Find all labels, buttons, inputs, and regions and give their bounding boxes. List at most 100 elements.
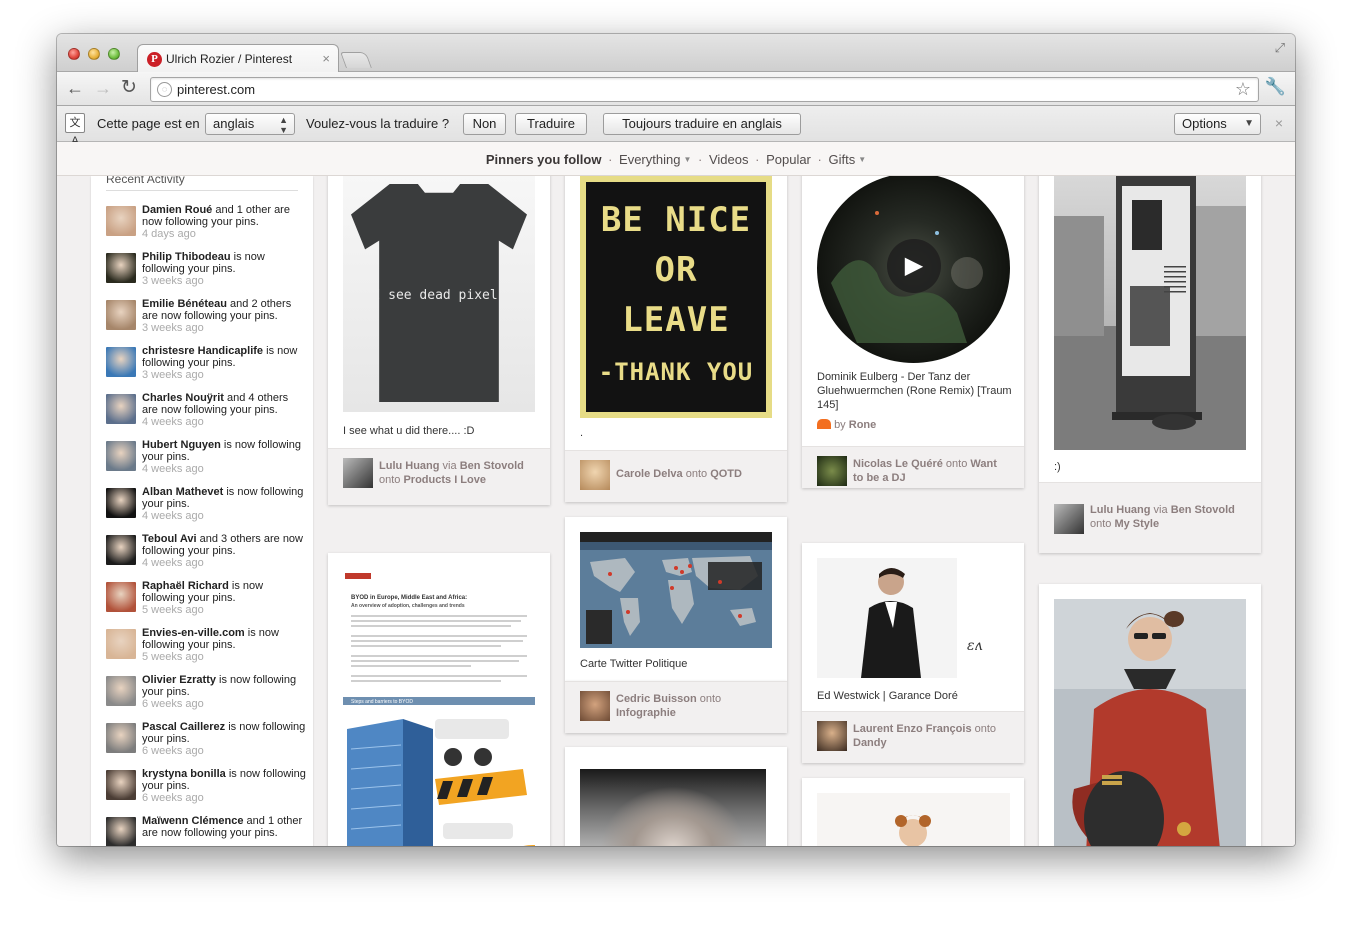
avatar[interactable] xyxy=(106,206,136,236)
pinner-name[interactable]: Laurent Enzo François xyxy=(853,723,972,735)
avatar[interactable] xyxy=(106,535,136,565)
activity-item[interactable]: Emilie Bénéteau and 2 others are now fol… xyxy=(106,298,306,347)
avatar[interactable] xyxy=(106,300,136,330)
address-bar[interactable]: ◌ pinterest.com ☆ xyxy=(150,77,1259,102)
follower-name[interactable]: Emilie Bénéteau xyxy=(142,298,227,310)
always-translate-button[interactable]: Toujours traduire en anglais xyxy=(603,113,801,135)
pin-image[interactable] xyxy=(580,532,772,648)
forward-arrow-icon[interactable]: → xyxy=(94,78,112,98)
follower-name[interactable]: christesre Handicaplife xyxy=(142,345,263,357)
board-name[interactable]: Infographie xyxy=(616,707,676,719)
activity-item[interactable]: Maïwenn Clémence and 1 other are now fol… xyxy=(106,815,306,846)
activity-item[interactable]: christesre Handicaplife is now following… xyxy=(106,345,306,394)
activity-item[interactable]: Olivier Ezratty is now following your pi… xyxy=(106,674,306,723)
source-name[interactable]: Rone xyxy=(849,419,877,431)
pinner-name[interactable]: Lulu Huang xyxy=(379,460,440,472)
pin-card[interactable]: BYOD in Europe, Middle East and Africa: … xyxy=(328,553,550,846)
activity-item[interactable]: Envies-en-ville.com is now following you… xyxy=(106,627,306,676)
pin-image[interactable]: BYOD in Europe, Middle East and Africa: … xyxy=(343,569,535,846)
follower-name[interactable]: Philip Thibodeau xyxy=(142,251,231,263)
avatar[interactable] xyxy=(106,770,136,800)
follower-name[interactable]: Alban Mathevet xyxy=(142,486,223,498)
pin-card[interactable] xyxy=(565,747,787,846)
minimize-window-button[interactable] xyxy=(88,48,100,60)
page-info-icon[interactable]: ◌ xyxy=(157,82,172,97)
avatar[interactable] xyxy=(106,723,136,753)
pin-image[interactable] xyxy=(580,769,766,846)
via-name[interactable]: Ben Stovold xyxy=(460,460,524,472)
avatar[interactable] xyxy=(1054,504,1084,534)
play-icon[interactable]: ▶ xyxy=(887,239,941,293)
pin-image[interactable]: BE NICE OR LEAVE -THANK YOU xyxy=(580,176,772,418)
pin-image[interactable] xyxy=(817,793,1010,846)
follower-name[interactable]: Pascal Caillerez xyxy=(142,721,225,733)
activity-item[interactable]: Raphaël Richard is now following your pi… xyxy=(106,580,306,629)
board-name[interactable]: My Style xyxy=(1114,518,1159,530)
nav-gifts[interactable]: Gifts xyxy=(828,152,855,167)
follower-name[interactable]: Raphaël Richard xyxy=(142,580,229,592)
follower-name[interactable]: krystyna bonilla xyxy=(142,768,226,780)
activity-item[interactable]: Charles Nouÿrit and 4 others are now fol… xyxy=(106,392,306,441)
follower-name[interactable]: Maïwenn Clémence xyxy=(142,815,243,827)
follower-name[interactable]: Olivier Ezratty xyxy=(142,674,216,686)
nav-pinners-you-follow[interactable]: Pinners you follow xyxy=(486,152,602,167)
pin-image[interactable] xyxy=(1054,176,1246,450)
close-window-button[interactable] xyxy=(68,48,80,60)
nav-popular[interactable]: Popular xyxy=(766,152,811,167)
pin-card[interactable] xyxy=(802,778,1024,846)
tab-pinterest[interactable]: P Ulrich Rozier / Pinterest × xyxy=(137,44,339,73)
avatar[interactable] xyxy=(106,488,136,518)
follower-name[interactable]: Damien Roué xyxy=(142,204,212,216)
board-name[interactable]: Products I Love xyxy=(403,474,486,486)
pinner-name[interactable]: Cedric Buisson xyxy=(616,693,697,705)
translate-button[interactable]: Traduire xyxy=(515,113,587,135)
pin-image[interactable] xyxy=(1054,599,1246,846)
pin-card[interactable]: ▶ Dominik Eulberg - Der Tanz der Gluehwu… xyxy=(802,176,1024,488)
close-translate-bar-icon[interactable]: × xyxy=(1275,115,1283,131)
pin-card[interactable] xyxy=(1039,584,1261,846)
url-text[interactable]: pinterest.com xyxy=(177,82,255,97)
wrench-icon[interactable]: 🔧 xyxy=(1265,77,1286,97)
board-name[interactable]: QOTD xyxy=(710,468,742,480)
pin-card[interactable]: BE NICE OR LEAVE -THANK YOU . Carole Del… xyxy=(565,176,787,502)
activity-item[interactable]: Alban Mathevet is now following your pin… xyxy=(106,486,306,535)
follower-name[interactable]: Charles Nouÿrit xyxy=(142,392,224,404)
pin-card[interactable]: ɛʌ Ed Westwick | Garance Doré Laurent En… xyxy=(802,543,1024,763)
activity-item[interactable]: Teboul Avi and 3 others are now followin… xyxy=(106,533,306,582)
bookmark-star-icon[interactable]: ☆ xyxy=(1235,79,1251,100)
avatar[interactable] xyxy=(106,253,136,283)
avatar[interactable] xyxy=(343,458,373,488)
via-name[interactable]: Ben Stovold xyxy=(1171,504,1235,516)
reload-icon[interactable]: ↻ xyxy=(121,78,137,98)
back-arrow-icon[interactable]: ← xyxy=(66,78,84,98)
activity-item[interactable]: Pascal Caillerez is now following your p… xyxy=(106,721,306,770)
language-select[interactable]: anglais ▲ ▼ xyxy=(205,113,295,135)
nav-videos[interactable]: Videos xyxy=(709,152,749,167)
new-tab-button[interactable] xyxy=(340,52,372,68)
avatar[interactable] xyxy=(817,456,847,486)
pin-image[interactable]: ▶ xyxy=(817,176,1010,368)
pin-card[interactable]: I see dead pixels I see what u did there… xyxy=(328,176,550,505)
board-name[interactable]: Dandy xyxy=(853,737,887,749)
pin-image[interactable]: ɛʌ xyxy=(817,558,1010,678)
no-translate-button[interactable]: Non xyxy=(463,113,506,135)
avatar[interactable] xyxy=(106,817,136,846)
pin-card[interactable]: :) Lulu Huang via Ben Stovold onto My St… xyxy=(1039,176,1261,553)
activity-item[interactable]: Damien Roué and 1 other are now followin… xyxy=(106,204,306,253)
avatar[interactable] xyxy=(106,441,136,471)
avatar[interactable] xyxy=(106,582,136,612)
avatar[interactable] xyxy=(106,347,136,377)
avatar[interactable] xyxy=(817,721,847,751)
pin-card[interactable]: Carte Twitter Politique xyxy=(565,517,787,681)
avatar[interactable] xyxy=(106,629,136,659)
pinner-name[interactable]: Nicolas Le Quéré xyxy=(853,458,943,470)
follower-name[interactable]: Teboul Avi xyxy=(142,533,197,545)
avatar[interactable] xyxy=(106,676,136,706)
follower-name[interactable]: Hubert Nguyen xyxy=(142,439,221,451)
avatar[interactable] xyxy=(580,460,610,490)
activity-item[interactable]: krystyna bonilla is now following your p… xyxy=(106,768,306,817)
nav-everything[interactable]: Everything xyxy=(619,152,680,167)
zoom-window-button[interactable] xyxy=(108,48,120,60)
avatar[interactable] xyxy=(106,394,136,424)
fullscreen-icon[interactable]: ⤢ xyxy=(1275,40,1285,56)
